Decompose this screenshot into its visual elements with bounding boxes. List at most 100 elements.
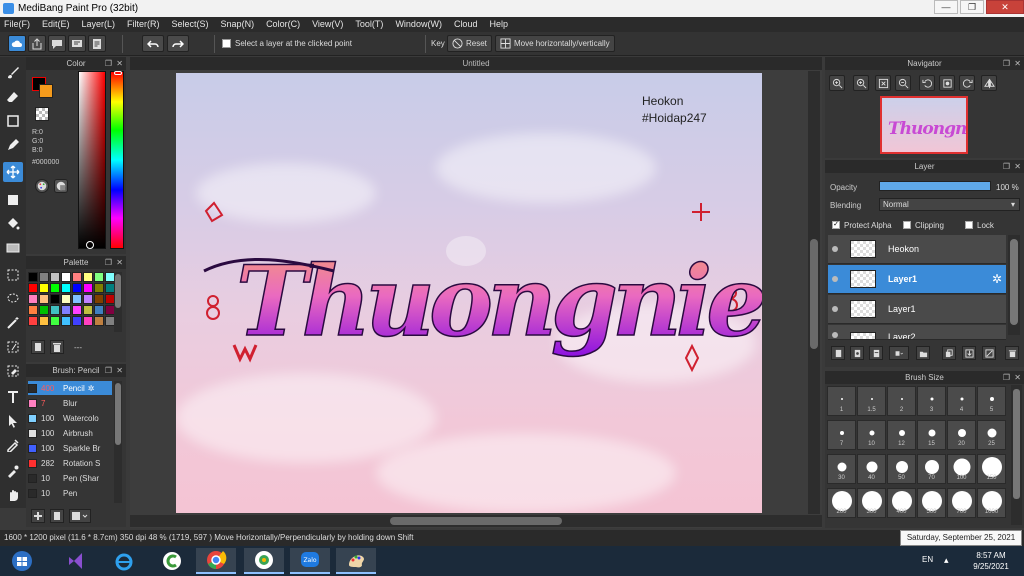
- zoom-out-button[interactable]: [895, 75, 911, 91]
- brush-item[interactable]: 7 Blur: [28, 396, 112, 410]
- palette-swatch[interactable]: [94, 316, 104, 326]
- tool-fill-rect[interactable]: [3, 190, 23, 210]
- tool-operation[interactable]: [3, 411, 23, 431]
- document-tab[interactable]: Untitled: [130, 57, 822, 70]
- select-layer-checkbox[interactable]: [222, 39, 231, 48]
- palette-swatch[interactable]: [61, 305, 71, 315]
- palette-swatch[interactable]: [39, 283, 49, 293]
- palette-swatch[interactable]: [61, 283, 71, 293]
- clock[interactable]: 8:57 AM 9/25/2021: [962, 550, 1020, 572]
- close-icon[interactable]: ✕: [1014, 373, 1021, 382]
- move-hv-button[interactable]: Move horizontally/vertically: [495, 35, 615, 52]
- minimize-button[interactable]: —: [934, 0, 958, 14]
- float-icon[interactable]: ❐: [1003, 373, 1010, 382]
- palette-swatch[interactable]: [83, 305, 93, 315]
- tool-pen[interactable]: [3, 135, 23, 155]
- palette-swatch[interactable]: [28, 294, 38, 304]
- new-layer-button[interactable]: [831, 346, 845, 360]
- taskbar-visual-studio[interactable]: [56, 548, 96, 574]
- reset-view-button[interactable]: [939, 75, 955, 91]
- zoom-in-button-2[interactable]: [853, 75, 869, 91]
- tool-brush[interactable]: [3, 63, 23, 83]
- clear-layer-button[interactable]: [982, 346, 996, 360]
- palette-swatch[interactable]: [28, 316, 38, 326]
- menu-tool[interactable]: Tool(T): [355, 17, 383, 32]
- tool-text[interactable]: [3, 387, 23, 407]
- palette-add-button[interactable]: [31, 340, 45, 354]
- brush-size-cell[interactable]: 15: [917, 420, 946, 450]
- taskbar-internet-explorer[interactable]: [104, 548, 144, 574]
- duplicate-layer-button[interactable]: [942, 346, 956, 360]
- saturation-value-picker[interactable]: [78, 71, 106, 249]
- tool-bucket[interactable]: [3, 214, 23, 234]
- brush-size-cell[interactable]: 400: [887, 488, 916, 518]
- menu-snap[interactable]: Snap(N): [221, 17, 255, 32]
- brush-size-cell[interactable]: 7: [827, 420, 856, 450]
- brush-size-cell[interactable]: 10: [857, 420, 886, 450]
- close-icon[interactable]: ✕: [1014, 162, 1021, 171]
- protect-alpha-checkbox[interactable]: ✓: [832, 221, 840, 229]
- palette-swatch[interactable]: [72, 283, 82, 293]
- merge-layer-button[interactable]: [962, 346, 976, 360]
- cloud-button[interactable]: [8, 35, 26, 52]
- tool-select-pen[interactable]: [3, 337, 23, 357]
- palette-swatch[interactable]: [83, 272, 93, 282]
- close-icon[interactable]: ✕: [116, 366, 123, 375]
- color-wheel-button[interactable]: [35, 179, 49, 193]
- tool-move[interactable]: [3, 162, 23, 182]
- palette-swatch[interactable]: [39, 305, 49, 315]
- eye-icon[interactable]: [828, 246, 842, 252]
- eye-icon[interactable]: [828, 306, 842, 312]
- eye-icon[interactable]: [828, 276, 842, 282]
- tool-select-rect[interactable]: [3, 265, 23, 285]
- brush-size-cell[interactable]: 500: [917, 488, 946, 518]
- delete-layer-button[interactable]: [1005, 346, 1019, 360]
- brush-add-button[interactable]: [31, 509, 45, 523]
- brush-size-cell[interactable]: 1: [827, 386, 856, 416]
- brush-item[interactable]: 100 Airbrush: [28, 426, 112, 440]
- palette-swatch[interactable]: [72, 305, 82, 315]
- palette-swatch[interactable]: [28, 305, 38, 315]
- brush-item[interactable]: 282 Rotation S: [28, 456, 112, 470]
- brush-item[interactable]: 400 Pencil ✲: [28, 381, 112, 395]
- float-icon[interactable]: ❐: [1003, 162, 1010, 171]
- brush-item[interactable]: 100 Watercolo: [28, 411, 112, 425]
- background-color-swatch[interactable]: [39, 84, 53, 98]
- palette-swatch[interactable]: [83, 294, 93, 304]
- palette-delete-button[interactable]: [50, 340, 64, 354]
- taskbar-coccoc[interactable]: [244, 548, 284, 574]
- menu-view[interactable]: View(V): [312, 17, 343, 32]
- taskbar-app-green[interactable]: [152, 548, 192, 574]
- menu-window[interactable]: Window(W): [395, 17, 442, 32]
- brush-item[interactable]: 10 Pen (Shar: [28, 471, 112, 485]
- brush-size-scrollbar[interactable]: [1011, 385, 1022, 525]
- tray-expand-icon[interactable]: ▴: [944, 555, 949, 566]
- tool-hand[interactable]: [3, 485, 23, 505]
- share-button[interactable]: [28, 35, 46, 52]
- menu-edit[interactable]: Edit(E): [42, 17, 70, 32]
- palette-swatch[interactable]: [50, 316, 60, 326]
- new-8bit-layer-button[interactable]: [869, 346, 883, 360]
- palette-swatch[interactable]: [39, 316, 49, 326]
- layer-scrollbar[interactable]: [1008, 235, 1020, 335]
- float-icon[interactable]: ❐: [1003, 59, 1010, 68]
- layer-row[interactable]: Layer2: [828, 325, 1006, 340]
- taskbar-chrome[interactable]: [196, 548, 236, 574]
- palette-swatch[interactable]: [83, 316, 93, 326]
- menu-help[interactable]: Help: [489, 17, 508, 32]
- rotate-left-button[interactable]: [919, 75, 935, 91]
- canvas-vertical-scrollbar[interactable]: [808, 71, 820, 514]
- fit-screen-button[interactable]: [875, 75, 891, 91]
- layer-row[interactable]: Layer1 ✲: [828, 265, 1006, 294]
- brush-size-cell[interactable]: 40: [857, 454, 886, 484]
- palette-swatch[interactable]: [28, 272, 38, 282]
- palette-swatch[interactable]: [72, 294, 82, 304]
- brush-size-cell[interactable]: 100: [947, 454, 976, 484]
- brush-size-cell[interactable]: 700: [947, 488, 976, 518]
- opacity-slider[interactable]: [879, 181, 991, 191]
- undo-button[interactable]: [142, 35, 164, 52]
- brush-item[interactable]: 100 Sparkle Br: [28, 441, 112, 455]
- document-button[interactable]: [88, 35, 106, 52]
- redo-button[interactable]: [167, 35, 189, 52]
- navigator-preview[interactable]: Thuongnie: [880, 96, 984, 154]
